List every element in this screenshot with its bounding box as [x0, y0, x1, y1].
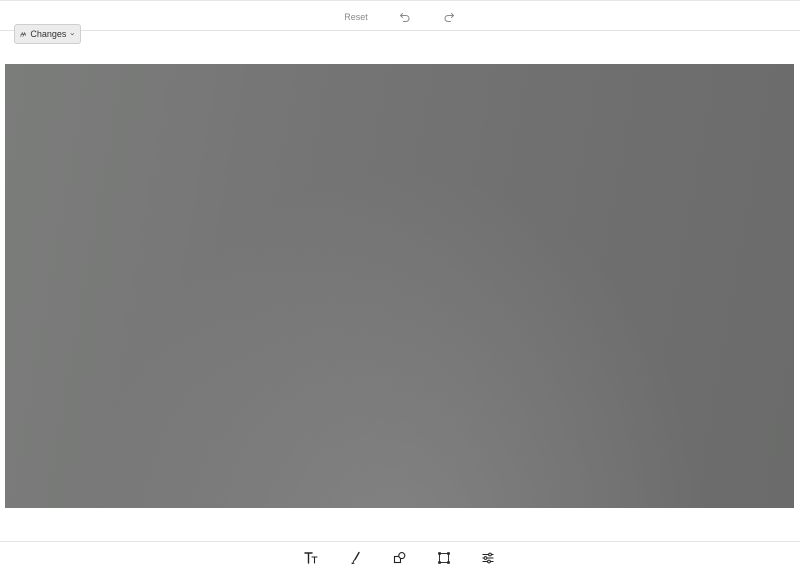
shapes-tool-button[interactable]	[391, 549, 409, 567]
redo-icon	[444, 13, 454, 22]
crop-icon	[438, 552, 450, 564]
changes-label: Changes	[30, 28, 67, 39]
chevron-down-icon	[70, 33, 75, 36]
crop-tool-button[interactable]	[435, 549, 453, 567]
text-tool-button[interactable]	[303, 549, 321, 567]
shapes-icon	[393, 552, 406, 564]
top-toolbar: Reset	[0, 0, 800, 31]
undo-button[interactable]	[395, 7, 415, 27]
adjust-tool-button[interactable]	[479, 549, 497, 567]
image-canvas[interactable]	[5, 64, 794, 508]
draw-tool-button[interactable]	[347, 549, 365, 567]
changes-dropdown[interactable]: Changes	[14, 24, 81, 44]
text-icon	[304, 552, 318, 564]
redo-button[interactable]	[439, 7, 459, 27]
bottom-toolbar	[0, 541, 800, 572]
image-editor: Reset Changes	[0, 0, 800, 572]
undo-icon	[400, 13, 410, 22]
reset-button[interactable]: Reset	[336, 8, 376, 26]
brush-icon	[351, 551, 360, 565]
compare-icon	[20, 31, 27, 37]
sliders-icon	[482, 552, 494, 564]
